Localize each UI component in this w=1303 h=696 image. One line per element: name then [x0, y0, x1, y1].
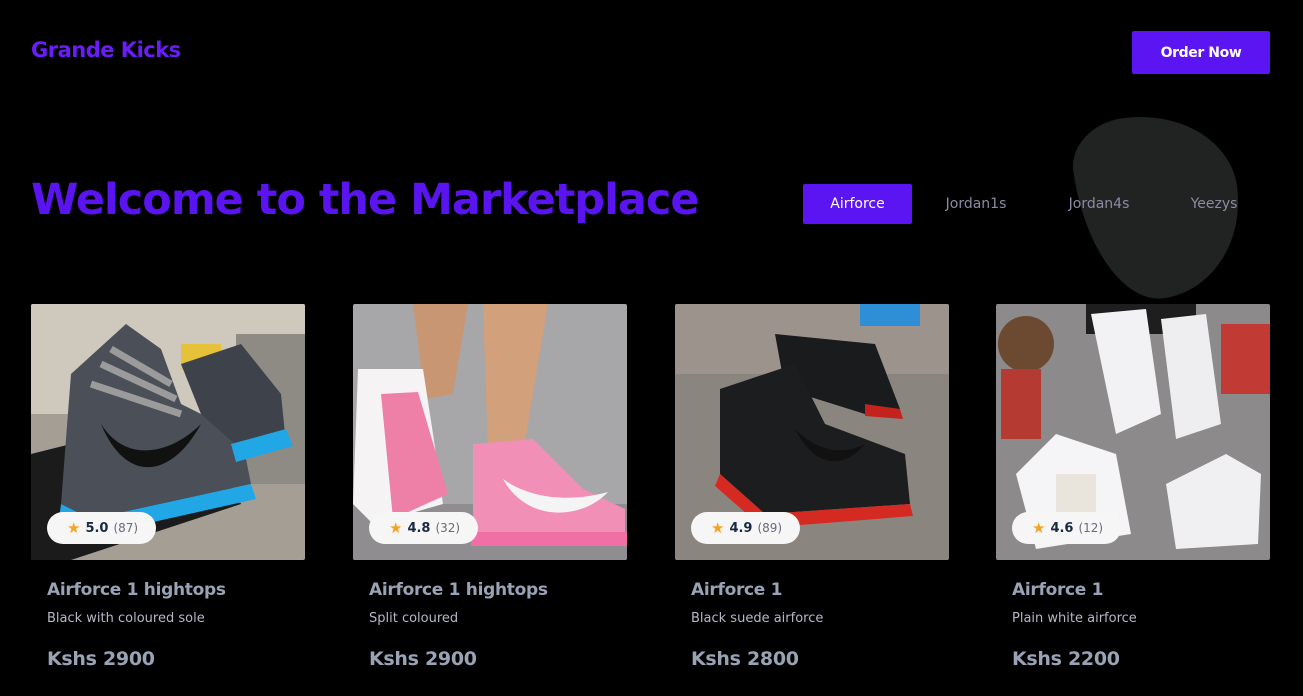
tab-jordan1s[interactable]: Jordan1s — [928, 184, 1024, 224]
product-image[interactable]: ★ 4.8 (32) — [353, 304, 627, 560]
star-icon: ★ — [1032, 519, 1046, 537]
product-description: Plain white airforce — [1012, 611, 1137, 626]
product-image[interactable]: ★ 4.9 (89) — [675, 304, 949, 560]
product-card[interactable]: ★ 4.8 (32) Airforce 1 hightops Split col… — [353, 304, 627, 670]
product-price: Kshs 2900 — [47, 648, 155, 670]
product-name[interactable]: Airforce 1 hightops — [369, 580, 548, 600]
review-count: (87) — [113, 521, 139, 535]
star-icon: ★ — [67, 519, 81, 537]
product-name[interactable]: Airforce 1 — [691, 580, 782, 600]
tab-yeezys[interactable]: Yeezys — [1171, 184, 1257, 224]
order-now-button[interactable]: Order Now — [1132, 31, 1270, 74]
product-name[interactable]: Airforce 1 — [1012, 580, 1103, 600]
star-icon: ★ — [389, 519, 403, 537]
rating-score: 4.6 — [1050, 520, 1074, 536]
product-name[interactable]: Airforce 1 hightops — [47, 580, 226, 600]
product-description: Split coloured — [369, 611, 459, 626]
product-description: Black suede airforce — [691, 611, 824, 626]
product-card[interactable]: ★ 5.0 (87) Airforce 1 hightops Black wit… — [31, 304, 305, 670]
review-count: (12) — [1078, 521, 1104, 535]
rating-score: 4.8 — [407, 520, 431, 536]
tab-airforce[interactable]: Airforce — [803, 184, 912, 224]
review-count: (32) — [435, 521, 461, 535]
rating-score: 5.0 — [85, 520, 109, 536]
product-price: Kshs 2200 — [1012, 648, 1120, 670]
product-price: Kshs 2900 — [369, 648, 477, 670]
product-image[interactable]: ★ 4.6 (12) — [996, 304, 1270, 560]
product-card[interactable]: ★ 4.9 (89) Airforce 1 Black suede airfor… — [675, 304, 949, 670]
rating-score: 4.9 — [729, 520, 753, 536]
rating-badge: ★ 4.9 (89) — [691, 512, 801, 544]
tab-jordan4s[interactable]: Jordan4s — [1051, 184, 1147, 224]
product-price: Kshs 2800 — [691, 648, 799, 670]
rating-badge: ★ 5.0 (87) — [47, 512, 157, 544]
page-title: Welcome to the Marketplace — [31, 175, 700, 225]
product-card[interactable]: ★ 4.6 (12) Airforce 1 Plain white airfor… — [996, 304, 1270, 670]
brand-logo[interactable]: Grande Kicks — [31, 38, 181, 62]
product-image[interactable]: ★ 5.0 (87) — [31, 304, 305, 560]
review-count: (89) — [757, 521, 783, 535]
rating-badge: ★ 4.6 (12) — [1012, 512, 1122, 544]
product-description: Black with coloured sole — [47, 611, 205, 626]
star-icon: ★ — [711, 519, 725, 537]
rating-badge: ★ 4.8 (32) — [369, 512, 479, 544]
